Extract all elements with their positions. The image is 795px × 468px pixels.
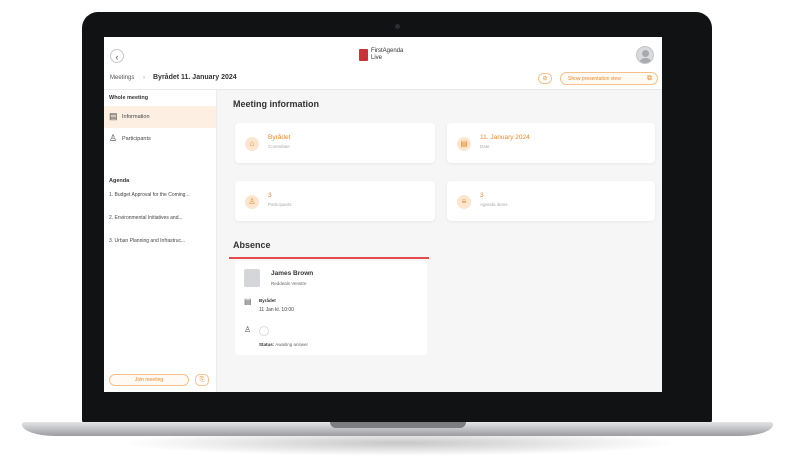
back-button[interactable]: ‹ (110, 49, 124, 63)
calendar-icon: ▤ (457, 137, 471, 151)
breadcrumb-meetings[interactable]: Meetings (110, 75, 134, 81)
list-icon: ≡ (457, 195, 471, 209)
user-avatar[interactable] (636, 46, 654, 64)
info-card-date: ▤ 11. January 2024 Date (447, 123, 655, 163)
sidebar-section-agenda: Agenda (109, 178, 130, 184)
sidebar-item-participants[interactable]: ♙ Participants (104, 128, 216, 150)
agenda-item-1[interactable]: 1. Budget Approval for the Coming... (109, 192, 190, 198)
info-card-label: Committee (268, 144, 290, 149)
status-badge: Status: Awaiting answer (259, 342, 308, 347)
info-card-value: 3 (480, 192, 484, 199)
external-link-icon: ⧉ (647, 75, 652, 82)
substitute-avatar (259, 326, 269, 336)
people-icon: ♙ (245, 195, 259, 209)
agenda-item-3[interactable]: 3. Urban Planning and Infrastruc... (109, 238, 185, 244)
copy-icon: ⎘ (199, 377, 205, 383)
agenda-item-2[interactable]: 2. Environmental Initiatives and... (109, 215, 183, 221)
sidebar-item-label: Information (122, 114, 150, 120)
absence-committee: Byrådet (259, 298, 276, 303)
avatar (244, 269, 260, 287)
logo-line-2: Live (371, 55, 383, 61)
logo-line-1: FirstAgenda (371, 48, 404, 54)
info-card-participants: ♙ 3 Participants (235, 181, 435, 221)
sidebar: Whole meeting ▤ Information ♙ Participan… (104, 90, 217, 392)
people-icon: ♙ (109, 133, 118, 143)
copy-link-button[interactable]: ⎘ (195, 374, 209, 386)
calendar-icon: ▤ (244, 297, 252, 306)
join-meeting-button[interactable]: Join meeting (109, 374, 189, 386)
status-value: Awaiting answer (275, 342, 308, 347)
avatar-body (639, 58, 652, 63)
webcam (395, 24, 400, 29)
chevron-left-icon: ‹ (115, 52, 119, 62)
absence-divider (229, 257, 429, 259)
absence-date: 11 Jan kl. 10:00 (259, 307, 294, 313)
building-icon: ⌂ (245, 137, 259, 151)
logo: FirstAgenda Live (371, 48, 403, 62)
presentation-view-button[interactable]: Show presentation view ⧉ (560, 72, 658, 85)
hide-button[interactable]: ⊘ (538, 73, 552, 84)
people-icon: ♙ (244, 325, 252, 334)
logo-icon (359, 49, 368, 61)
absence-card: James Brown Reddeals Venstre ▤ Byrådet 1… (235, 261, 427, 355)
info-card-agenda-items: ≡ 3 Agenda items (447, 181, 655, 221)
sidebar-item-label: Participants (122, 136, 151, 142)
info-card-value: 11. January 2024 (480, 134, 530, 141)
info-card-label: Date (480, 144, 490, 149)
info-card-committee: ⌂ Byrådet Committee (235, 123, 435, 163)
calendar-icon: ▤ (109, 111, 118, 121)
avatar-head (642, 50, 649, 57)
laptop-notch (330, 422, 466, 428)
presentation-view-label: Show presentation view (568, 76, 621, 82)
breadcrumb-current: Byrådet 11. January 2024 (153, 74, 237, 81)
absence-name: James Brown (271, 270, 314, 277)
sidebar-section-whole-meeting: Whole meeting (109, 95, 149, 101)
page-title: Meeting information (233, 99, 319, 109)
eye-off-icon: ⊘ (542, 76, 548, 82)
sidebar-item-information[interactable]: ▤ Information (104, 106, 216, 128)
info-card-label: Agenda items (480, 202, 508, 207)
info-card-value: Byrådet (268, 134, 291, 141)
breadcrumb: Meetings › Byrådet 11. January 2024 ⊘ Sh… (104, 67, 662, 90)
app-screen: ‹ FirstAgenda Live Meetings › Byrådet 11… (104, 37, 662, 392)
absence-title: Absence (233, 240, 271, 250)
breadcrumb-separator: › (143, 75, 145, 81)
status-label: Status: (259, 342, 275, 347)
top-bar: ‹ FirstAgenda Live (104, 37, 662, 67)
absence-role: Reddeals Venstre (271, 281, 307, 286)
info-card-value: 3 (268, 192, 272, 199)
info-card-label: Participants (268, 202, 292, 207)
